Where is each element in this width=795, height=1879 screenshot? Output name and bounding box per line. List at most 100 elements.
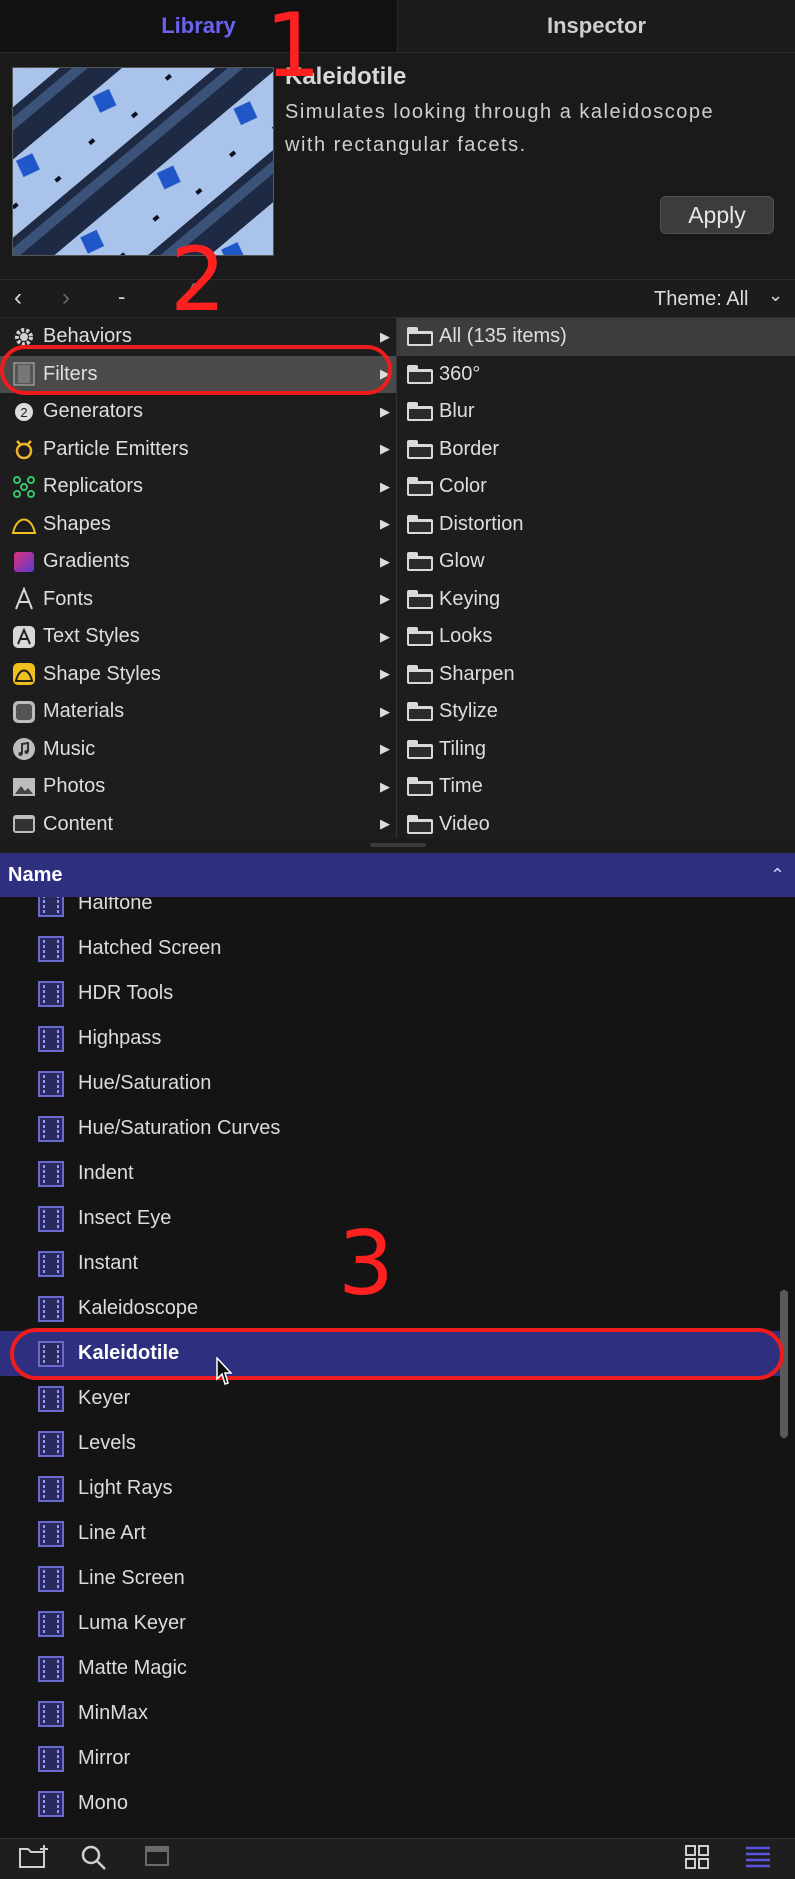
- category-photos[interactable]: Photos ▶: [0, 768, 396, 806]
- sort-chevron-icon[interactable]: ⌃: [770, 865, 785, 886]
- folder-icon: [407, 702, 433, 722]
- category-gradients[interactable]: Gradients ▶: [0, 543, 396, 581]
- folder-distortion[interactable]: Distortion: [397, 506, 795, 544]
- search-icon[interactable]: [80, 1844, 108, 1876]
- folder-all[interactable]: All (135 items): [397, 318, 795, 356]
- folder-blur[interactable]: Blur: [397, 393, 795, 431]
- folder-sharpen[interactable]: Sharpen: [397, 656, 795, 694]
- mouse-cursor-icon: [216, 1356, 233, 1387]
- list-item[interactable]: Luma Keyer: [0, 1601, 780, 1646]
- filter-icon: [38, 1295, 64, 1322]
- folder-keying[interactable]: Keying: [397, 581, 795, 619]
- list-item[interactable]: Line Screen: [0, 1556, 780, 1601]
- folder-glow[interactable]: Glow: [397, 543, 795, 581]
- folder-icon: [407, 477, 433, 497]
- category-shapes[interactable]: Shapes ▶: [0, 506, 396, 544]
- folder-icon: [407, 439, 433, 459]
- filter-icon: [38, 1565, 64, 1592]
- replicator-icon: [10, 474, 38, 500]
- disclosure-arrow-icon: ▶: [380, 478, 390, 494]
- folder-tiling[interactable]: Tiling: [397, 731, 795, 769]
- category-particle-emitters[interactable]: Particle Emitters ▶: [0, 431, 396, 469]
- folder-video[interactable]: Video: [397, 806, 795, 839]
- folder-icon: [407, 552, 433, 572]
- category-shape-styles[interactable]: Shape Styles ▶: [0, 656, 396, 694]
- folder-icon: [407, 402, 433, 422]
- category-label: Shapes: [43, 512, 111, 535]
- filter-icon: [38, 1025, 64, 1052]
- list-header[interactable]: Name ⌃: [0, 853, 795, 897]
- category-label: Content: [43, 812, 114, 835]
- list-item[interactable]: Light Rays: [0, 1466, 780, 1511]
- list-item[interactable]: Hue/Saturation Curves: [0, 1106, 780, 1151]
- folder-label: Border: [439, 437, 500, 460]
- list-item[interactable]: Mirror: [0, 1736, 780, 1781]
- category-generators[interactable]: 2 Generators ▶: [0, 393, 396, 431]
- folder-icon: [407, 364, 433, 384]
- tab-inspector[interactable]: Inspector: [397, 0, 795, 52]
- category-materials[interactable]: Materials ▶: [0, 693, 396, 731]
- bottom-toolbar: [0, 1838, 795, 1879]
- new-folder-icon[interactable]: [18, 1844, 50, 1876]
- folder-label: Distortion: [439, 512, 524, 535]
- preview-thumbnail: [12, 67, 274, 256]
- folder-label: Time: [439, 775, 483, 798]
- list-item[interactable]: Indent: [0, 1151, 780, 1196]
- filter-icon: [38, 1520, 64, 1547]
- folder-stylize[interactable]: Stylize: [397, 693, 795, 731]
- category-text-styles[interactable]: Text Styles ▶: [0, 618, 396, 656]
- splitter-grip[interactable]: [370, 843, 426, 847]
- filter-icon: [38, 1430, 64, 1457]
- list-item[interactable]: Hue/Saturation: [0, 1061, 780, 1106]
- list-item[interactable]: Matte Magic: [0, 1646, 780, 1691]
- category-label: Materials: [43, 700, 125, 723]
- chevron-down-icon[interactable]: ⌄: [768, 285, 783, 306]
- annotation-ring-kaleidotile: [10, 1328, 784, 1380]
- column-name-header[interactable]: Name: [8, 864, 62, 887]
- filter-icon: [38, 1205, 64, 1232]
- list-item[interactable]: Highpass: [0, 1016, 780, 1061]
- list-item-label: HDR Tools: [78, 982, 174, 1004]
- list-item[interactable]: Keyer: [0, 1376, 780, 1421]
- category-label: Music: [43, 737, 96, 760]
- folder-border[interactable]: Border: [397, 431, 795, 469]
- list-item[interactable]: Line Art: [0, 1511, 780, 1556]
- category-replicators[interactable]: Replicators ▶: [0, 468, 396, 506]
- list-item-label: Instant: [78, 1252, 139, 1274]
- filter-icon: [38, 1745, 64, 1772]
- category-label: Replicators: [43, 475, 144, 498]
- list-view-icon[interactable]: [744, 1844, 772, 1876]
- folder-360[interactable]: 360°: [397, 356, 795, 394]
- list-item-label: Matte Magic: [78, 1657, 187, 1679]
- forward-arrow-icon[interactable]: ›: [62, 284, 70, 312]
- folder-time[interactable]: Time: [397, 768, 795, 806]
- preview-toggle-icon[interactable]: [144, 1844, 170, 1874]
- back-arrow-icon[interactable]: ‹: [14, 284, 22, 312]
- list-item[interactable]: Hatched Screen: [0, 926, 780, 971]
- list-item[interactable]: Mono: [0, 1781, 780, 1826]
- folder-color[interactable]: Color: [397, 468, 795, 506]
- category-fonts[interactable]: Fonts ▶: [0, 581, 396, 619]
- category-content[interactable]: Content ▶: [0, 806, 396, 839]
- folder-icon: [407, 627, 433, 647]
- folder-label: Stylize: [439, 700, 498, 723]
- list-item-label: Mono: [78, 1792, 129, 1814]
- annotation-number-2: 2: [170, 228, 226, 331]
- theme-popup[interactable]: Theme: All: [654, 288, 748, 311]
- category-music[interactable]: Music ▶: [0, 731, 396, 769]
- folder-icon: [407, 514, 433, 534]
- list-item[interactable]: HDR Tools: [0, 971, 780, 1016]
- disclosure-arrow-icon: ▶: [380, 328, 390, 344]
- folder-looks[interactable]: Looks: [397, 618, 795, 656]
- list-item[interactable]: Halftone: [0, 897, 780, 926]
- list-item[interactable]: MinMax: [0, 1691, 780, 1736]
- path-separator: -: [118, 284, 126, 309]
- grid-view-icon[interactable]: [684, 1844, 710, 1876]
- folder-label: Sharpen: [439, 662, 515, 685]
- list-item[interactable]: Levels: [0, 1421, 780, 1466]
- filter-icon: [38, 1610, 64, 1637]
- apply-button[interactable]: Apply: [660, 196, 774, 234]
- photo-icon: [10, 774, 38, 800]
- category-list: Behaviors ▶ Filters ▶ 2 Generators ▶ Partic…: [0, 318, 397, 838]
- tab-library[interactable]: Library: [0, 0, 397, 52]
